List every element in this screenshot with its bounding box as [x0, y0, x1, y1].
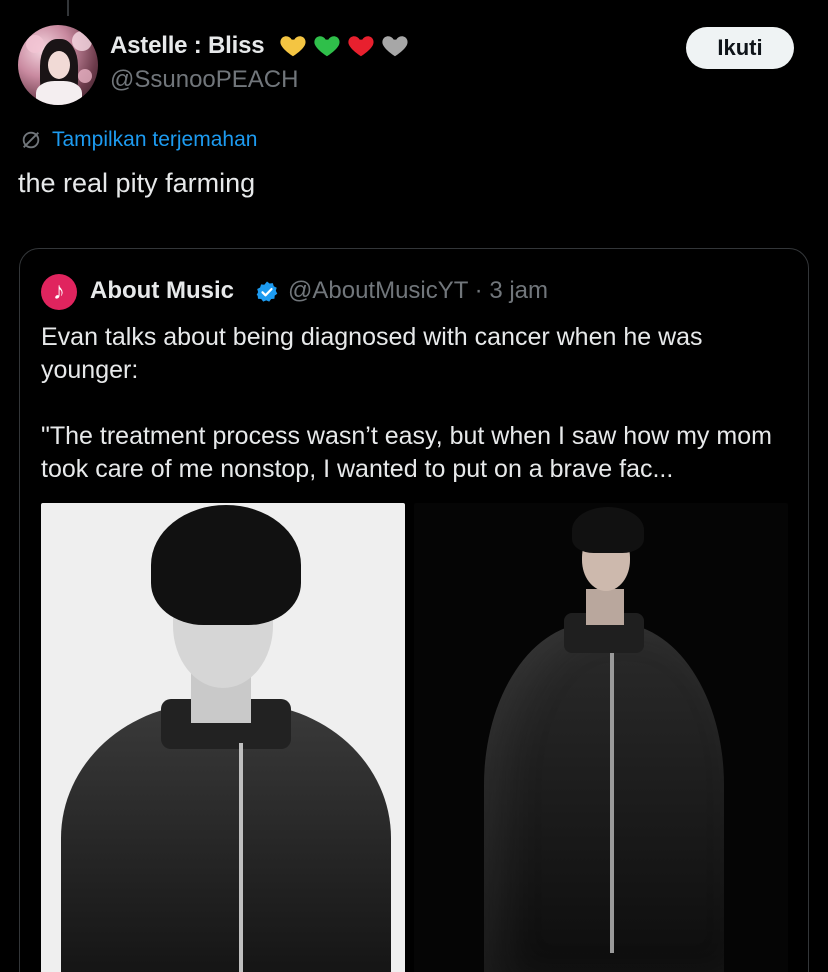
grey-heart-icon	[382, 36, 408, 57]
quoted-photo-right[interactable]	[414, 503, 788, 972]
quoted-paragraph: "The treatment process wasn’t easy, but …	[41, 422, 772, 483]
translate-link[interactable]: Tampilkan terjemahan	[20, 128, 257, 152]
author-avatar[interactable]	[18, 25, 98, 105]
quoted-paragraph: Evan talks about being diagnosed with ca…	[41, 323, 703, 384]
tweet-text: the real pity farming	[18, 168, 256, 198]
yellow-heart-icon	[280, 36, 306, 57]
quoted-author-handle-time[interactable]: @AboutMusicYT · 3 jam	[288, 277, 548, 305]
display-name-emojis	[278, 30, 410, 60]
green-heart-icon	[314, 36, 340, 57]
author-handle[interactable]: @SsunooPEACH	[110, 66, 298, 94]
thread-connector-line	[67, 0, 69, 16]
verified-badge-icon	[256, 281, 278, 302]
quoted-photo-left[interactable]	[41, 503, 405, 972]
author-display-name[interactable]: Astelle : Bliss	[110, 32, 265, 60]
tweet-view: Astelle : Bliss @SsunooPEACH Ikuti Tampi…	[0, 0, 828, 972]
quoted-tweet-text: Evan talks about being diagnosed with ca…	[41, 321, 793, 486]
follow-button[interactable]: Ikuti	[686, 27, 794, 69]
quoted-author-avatar[interactable]: ♪	[41, 274, 77, 310]
music-note-icon: ♪	[53, 278, 65, 305]
quoted-tweet-card[interactable]: ♪ About Music @AboutMusicYT · 3 jam Evan…	[19, 248, 809, 972]
quoted-author-display-name[interactable]: About Music	[90, 277, 234, 305]
red-heart-icon	[348, 36, 374, 57]
translate-label: Tampilkan terjemahan	[52, 128, 258, 151]
translate-globe-icon	[22, 131, 40, 149]
